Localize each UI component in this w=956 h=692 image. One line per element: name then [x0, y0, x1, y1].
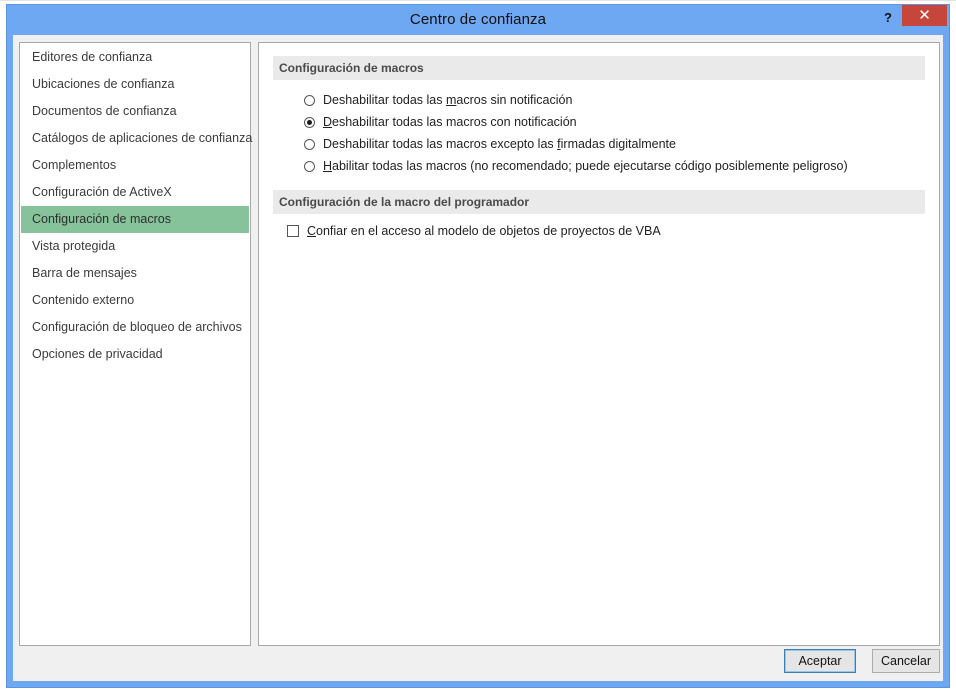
developer-macro-settings-header: Configuración de la macro del programado… [273, 190, 925, 214]
vba-trust-label: Confiar en el acceso al modelo de objeto… [307, 224, 661, 238]
settings-panel: Configuración de macros Deshabilitar tod… [258, 42, 940, 646]
macro-option-row[interactable]: Deshabilitar todas las macros sin notifi… [304, 90, 572, 110]
trust-center-dialog: Centro de confianza ? ✕ Editores de conf… [6, 4, 950, 688]
title-bar[interactable]: Centro de confianza ? ✕ [7, 5, 949, 35]
macro-option-radio[interactable] [304, 95, 315, 106]
macro-option-radio[interactable] [304, 139, 315, 150]
sidebar-item[interactable]: Vista protegida [21, 233, 249, 260]
macro-option-label: Deshabilitar todas las macros con notifi… [323, 115, 577, 129]
dialog-title: Centro de confianza [409, 11, 547, 28]
macro-option-label: Deshabilitar todas las macros sin notifi… [323, 93, 573, 107]
macro-option-label: Deshabilitar todas las macros excepto la… [323, 137, 676, 151]
sidebar-item[interactable]: Documentos de confianza [21, 98, 249, 125]
macro-option-row[interactable]: Deshabilitar todas las macros excepto la… [304, 134, 676, 154]
sidebar-item[interactable]: Configuración de bloqueo de archivos [21, 314, 249, 341]
sidebar-item[interactable]: Configuración de ActiveX [21, 179, 249, 206]
dialog-client-area: Editores de confianza Ubicaciones de conf… [13, 35, 943, 681]
sidebar-item[interactable]: Editores de confianza [21, 44, 249, 71]
macro-option-row[interactable]: Deshabilitar todas las macros con notifi… [304, 112, 577, 132]
sidebar-item[interactable]: Contenido externo [21, 287, 249, 314]
ok-button[interactable]: Aceptar [784, 649, 856, 673]
close-icon: ✕ [918, 7, 931, 24]
macro-option-row[interactable]: Habilitar todas las macros (no recomenda… [304, 156, 848, 176]
sidebar-item[interactable]: Complementos [21, 152, 249, 179]
close-button[interactable]: ✕ [902, 5, 947, 26]
sidebar-item[interactable]: Catálogos de aplicaciones de confianza [21, 125, 252, 152]
macro-option-label: Habilitar todas las macros (no recomenda… [323, 159, 848, 173]
cancel-button[interactable]: Cancelar [872, 649, 940, 673]
sidebar-item[interactable]: Ubicaciones de confianza [21, 71, 249, 98]
vba-trust-checkbox-row[interactable]: Confiar en el acceso al modelo de objeto… [287, 221, 661, 241]
category-sidebar: Editores de confianza Ubicaciones de conf… [19, 42, 252, 646]
help-button[interactable]: ? [877, 8, 899, 28]
macro-settings-header: Configuración de macros [273, 56, 925, 80]
macro-option-radio[interactable] [304, 117, 315, 128]
sidebar-item[interactable]: Barra de mensajes [21, 260, 249, 287]
sidebar-item[interactable]: Opciones de privacidad [21, 341, 249, 368]
sidebar-item[interactable]: Configuración de macros [21, 206, 249, 233]
category-list: Editores de confianza Ubicaciones de conf… [20, 43, 252, 368]
macro-option-radio[interactable] [304, 161, 315, 172]
vba-trust-checkbox[interactable] [287, 225, 299, 237]
